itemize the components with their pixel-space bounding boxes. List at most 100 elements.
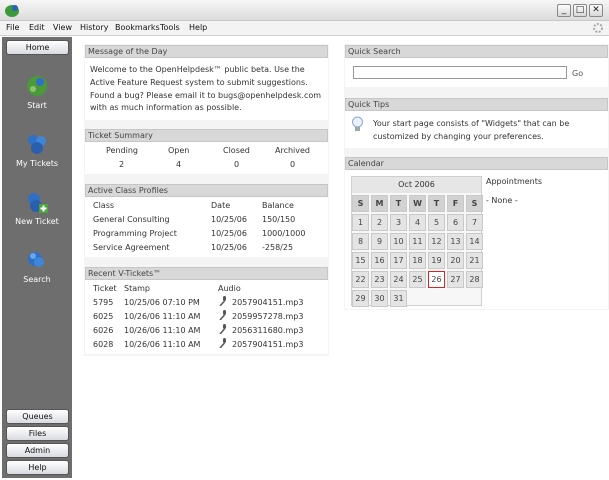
calendar-day[interactable]: 4 (409, 214, 426, 231)
menu-bar: File Edit View History Bookmarks Tools H… (0, 21, 609, 36)
menu-bookmarks[interactable]: Bookmarks (115, 23, 160, 32)
profiles-header-date: Date (211, 201, 231, 210)
profile-date: 10/25/06 (211, 215, 247, 224)
menu-edit[interactable]: Edit (29, 23, 45, 32)
admin-button[interactable]: Admin (6, 443, 69, 458)
calendar-day[interactable]: 14 (466, 233, 483, 250)
calendar-day[interactable]: 17 (390, 252, 407, 269)
calendar-day-today[interactable]: 26 (428, 271, 445, 288)
maximize-button[interactable]: □ (573, 4, 587, 17)
quick-tips-title: Quick Tips (345, 98, 608, 111)
vticket-audio-link[interactable]: 2059957278.mp3 (232, 312, 303, 321)
summary-archived-count[interactable]: 0 (290, 160, 295, 169)
calendar-day[interactable]: 29 (352, 290, 369, 307)
microphone-icon (219, 324, 226, 334)
vticket-audio-link[interactable]: 2057904151.mp3 (232, 340, 303, 349)
calendar-month-label[interactable]: Oct 2006 (352, 177, 481, 193)
vtickets-header-stamp: Stamp (124, 284, 150, 293)
vtickets-header-ticket: Ticket (93, 284, 117, 293)
motd-line: Active Feature Request system to submit … (90, 78, 308, 87)
profile-class-name[interactable]: General Consulting (93, 215, 170, 224)
menu-tools[interactable]: Tools (160, 23, 180, 32)
calendar-day[interactable]: 6 (447, 214, 464, 231)
calendar-day[interactable]: 9 (371, 233, 388, 250)
motd-line: Welcome to the OpenHelpdesk™ public beta… (90, 65, 305, 74)
calendar-day[interactable]: 13 (447, 233, 464, 250)
ticket-summary-title: Ticket Summary (85, 129, 328, 142)
nav-my-tickets[interactable]: My Tickets (2, 131, 72, 168)
calendar-day[interactable]: 22 (352, 271, 369, 288)
menu-view[interactable]: View (53, 23, 72, 32)
files-button[interactable]: Files (6, 426, 69, 441)
summary-header-pending: Pending (106, 146, 138, 155)
calendar-day[interactable]: 12 (428, 233, 445, 250)
vticket-stamp: 10/26/06 11:10 AM (124, 326, 201, 335)
menu-history[interactable]: History (80, 23, 108, 32)
vticket-id[interactable]: 5795 (93, 298, 113, 307)
nav-new-ticket[interactable]: New Ticket (2, 189, 72, 226)
summary-closed-count[interactable]: 0 (234, 160, 239, 169)
profile-balance: 1000/1000 (262, 229, 306, 238)
vticket-audio-link[interactable]: 2056311680.mp3 (232, 326, 303, 335)
close-button[interactable]: ✕ (589, 4, 603, 17)
menu-file[interactable]: File (6, 23, 19, 32)
nav-start[interactable]: Start (2, 73, 72, 110)
profile-class-name[interactable]: Programming Project (93, 229, 177, 238)
calendar-day[interactable]: 19 (428, 252, 445, 269)
calendar-day[interactable]: 25 (409, 271, 426, 288)
nav-start-label: Start (27, 101, 47, 110)
calendar-day-header: S (466, 195, 483, 212)
appointments-value: - None - (486, 196, 518, 205)
calendar-day[interactable]: 3 (390, 214, 407, 231)
calendar-day-header: M (371, 195, 388, 212)
calendar-day[interactable]: 11 (409, 233, 426, 250)
calendar-day[interactable]: 28 (466, 271, 483, 288)
help-button[interactable]: Help (6, 460, 69, 475)
profile-class-name[interactable]: Service Agreement (93, 243, 170, 252)
motd-line: with as much information as possible. (90, 103, 242, 112)
vticket-audio-link[interactable]: 2057904151.mp3 (232, 298, 303, 307)
quick-tips-widget: Quick Tips Your start page consists of "… (345, 98, 608, 148)
app-icon (5, 5, 19, 17)
calendar-day[interactable]: 8 (352, 233, 369, 250)
calendar-day-header: S (352, 195, 369, 212)
calendar-day[interactable]: 2 (371, 214, 388, 231)
calendar-day[interactable]: 21 (466, 252, 483, 269)
calendar-day[interactable]: 31 (390, 290, 407, 307)
summary-pending-count[interactable]: 2 (119, 160, 124, 169)
calendar-day[interactable]: 7 (466, 214, 483, 231)
summary-open-count[interactable]: 4 (176, 160, 181, 169)
vtickets-title: Recent V-Tickets™ (85, 267, 328, 280)
calendar-day[interactable]: 20 (447, 252, 464, 269)
vticket-stamp: 10/26/06 11:10 AM (124, 312, 201, 321)
calendar-day[interactable]: 16 (371, 252, 388, 269)
home-button[interactable]: Home (6, 40, 69, 55)
vticket-id[interactable]: 6028 (93, 340, 113, 349)
calendar-day[interactable]: 5 (428, 214, 445, 231)
calendar-day[interactable]: 18 (409, 252, 426, 269)
nav-new-ticket-label: New Ticket (15, 217, 59, 226)
search-icon (28, 252, 44, 267)
summary-header-closed: Closed (223, 146, 250, 155)
quick-search-input[interactable] (353, 66, 567, 79)
nav-search[interactable]: Search (2, 247, 72, 284)
calendar-day[interactable]: 1 (352, 214, 369, 231)
vticket-id[interactable]: 6026 (93, 326, 113, 335)
vticket-id[interactable]: 6025 (93, 312, 113, 321)
quick-search-go-button[interactable]: Go (572, 69, 583, 78)
calendar-day[interactable]: 10 (390, 233, 407, 250)
minimize-button[interactable]: _ (557, 4, 571, 17)
vtickets-header-audio: Audio (218, 284, 241, 293)
class-profiles-widget: Active Class Profiles Class Date Balance… (85, 184, 328, 257)
loading-spinner-icon (593, 23, 603, 33)
motd-line: Found a bug? Please email it to bugs@ope… (90, 91, 322, 100)
calendar-day[interactable]: 24 (390, 271, 407, 288)
calendar-day[interactable]: 15 (352, 252, 369, 269)
profile-balance: -258/25 (262, 243, 294, 252)
calendar-day[interactable]: 23 (371, 271, 388, 288)
calendar-day[interactable]: 30 (371, 290, 388, 307)
menu-help[interactable]: Help (189, 23, 207, 32)
queues-button[interactable]: Queues (6, 409, 69, 424)
calendar-day[interactable]: 27 (447, 271, 464, 288)
start-icon (27, 76, 47, 96)
